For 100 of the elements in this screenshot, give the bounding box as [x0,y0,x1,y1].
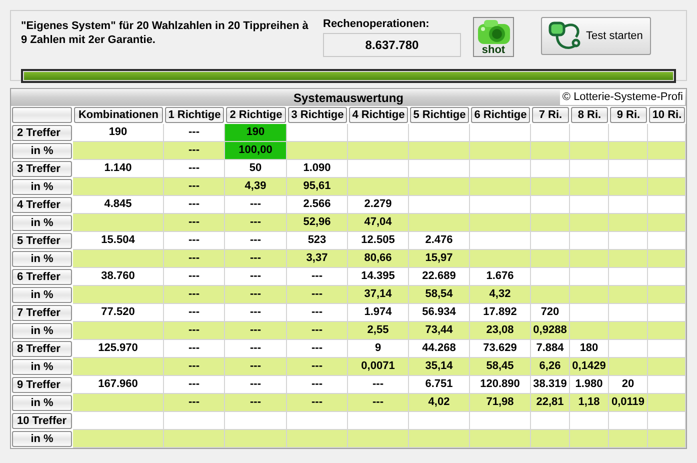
operations-value-field: 8.637.780 [323,33,461,57]
table-cell: 2.566 [287,196,348,214]
table-cell [570,304,609,322]
table-cell [287,142,348,160]
table-cell: --- [225,250,287,268]
table-cell: --- [287,376,348,394]
column-header[interactable]: 3 Richtige [288,107,347,123]
table-cell: --- [287,358,348,376]
column-header[interactable]: 9 Ri. [610,107,647,123]
table-cell: 9 [348,340,409,358]
table-cell: 14.395 [348,268,409,286]
table-cell: --- [225,340,287,358]
table-cell: 73.629 [470,340,531,358]
table-cell: --- [164,160,225,178]
table-cell [609,286,648,304]
table-cell: --- [164,268,225,286]
table-cell: 190 [225,124,287,142]
table-cell [409,430,470,448]
row-header: 2 Treffer [12,125,72,141]
column-header[interactable]: 5 Richtige [410,107,469,123]
column-header[interactable]: 7 Ri. [532,107,569,123]
column-header[interactable]: 6 Richtige [471,107,530,123]
table-cell: 0,9288 [531,322,570,340]
table-cell [609,142,648,160]
column-header[interactable]: 8 Ri. [571,107,608,123]
table-cell: 4,39 [225,178,287,196]
row-header: in % [12,251,72,267]
column-header[interactable]: Kombinationen [74,107,163,123]
table-cell [287,412,348,430]
row-header: in % [12,143,72,159]
table-title: Systemauswertung [293,90,404,106]
table-cell [470,412,531,430]
table-cell: 125.970 [73,340,164,358]
row-header: 7 Treffer [12,305,72,321]
table-cell [470,214,531,232]
camera-icon [476,19,510,45]
table-cell [225,412,287,430]
table-cell [531,142,570,160]
shot-button[interactable]: shot [473,17,514,57]
copyright-text: © Lotterie-Systeme-Profi [560,90,685,105]
table-cell: --- [164,358,225,376]
table-cell [409,196,470,214]
table-cell: 77.520 [73,304,164,322]
table-cell: --- [164,286,225,304]
table-cell [609,124,648,142]
table-cell [409,160,470,178]
table-cell: --- [225,304,287,322]
table-cell: --- [164,214,225,232]
row-header: in % [12,179,72,195]
table-cell [531,412,570,430]
test-start-button[interactable]: Test starten [541,17,651,55]
table-cell [609,250,648,268]
corner-header [12,107,72,123]
table-cell: 1.980 [570,376,609,394]
table-cell [470,160,531,178]
table-cell [570,250,609,268]
row-header: 6 Treffer [12,269,72,285]
table-cell [531,124,570,142]
table-cell [570,124,609,142]
table-cell: 35,14 [409,358,470,376]
table-cell: 1.090 [287,160,348,178]
table-cell [648,430,686,448]
row-header: in % [12,431,72,447]
table-cell: 15.504 [73,232,164,250]
table-cell: 38.319 [531,376,570,394]
table-cell [409,124,470,142]
column-header[interactable]: 4 Richtige [349,107,408,123]
table-cell [164,430,225,448]
row-header: 9 Treffer [12,377,72,393]
column-header[interactable]: 1 Richtige [165,107,224,123]
table-cell: --- [164,196,225,214]
table-cell [609,412,648,430]
table-cell: --- [164,142,225,160]
table-cell: --- [164,178,225,196]
table-cell: --- [287,304,348,322]
table-cell [570,142,609,160]
column-header[interactable]: 10 Ri. [649,107,685,123]
table-cell: --- [287,286,348,304]
table-cell [531,214,570,232]
table-cell [609,340,648,358]
table-cell [287,124,348,142]
table-cell: 12.505 [348,232,409,250]
row-header: in % [12,287,72,303]
table-cell: 47,04 [348,214,409,232]
table-cell [470,250,531,268]
system-description: "Eigenes System" für 20 Wahlzahlen in 20 Tippreihen à 9 Zahlen mit 2er Garantie. [21,19,310,47]
table-cell: 22.689 [409,268,470,286]
table-cell [648,250,686,268]
table-cell: 720 [531,304,570,322]
table-cell: 20 [609,376,648,394]
table-cell [164,412,225,430]
table-cell: --- [348,394,409,412]
table-cell [609,178,648,196]
table-cell [348,178,409,196]
column-header[interactable]: 2 Richtige [226,107,286,123]
table-cell [570,412,609,430]
table-cell [409,214,470,232]
table-cell [609,358,648,376]
table-cell [470,178,531,196]
table-cell [570,430,609,448]
